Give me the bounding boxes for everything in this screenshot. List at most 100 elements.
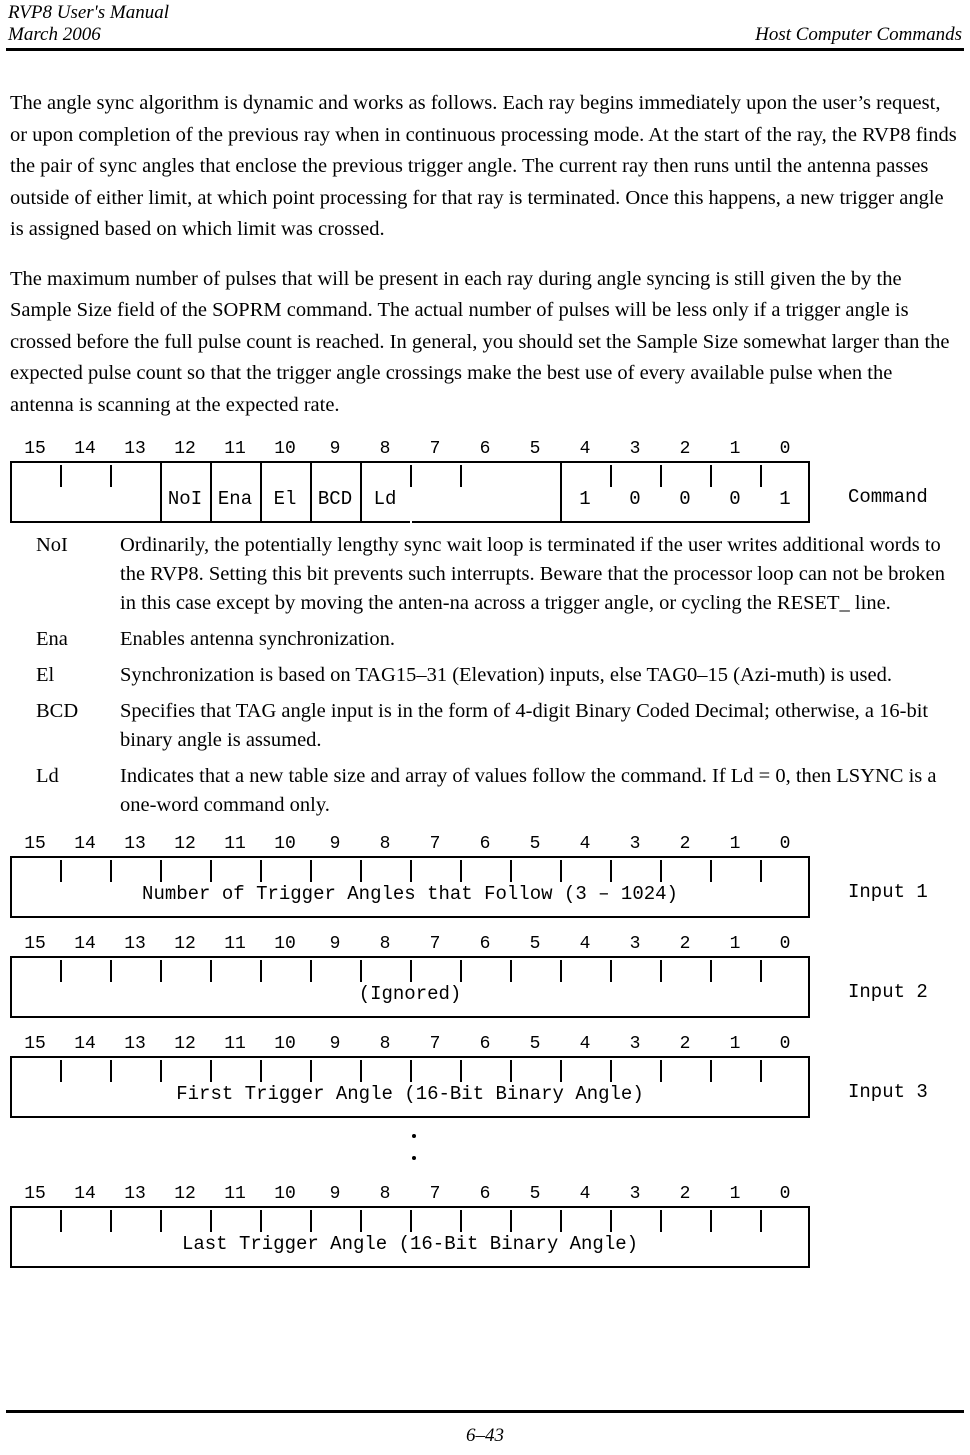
bit-number: 5: [529, 834, 541, 854]
bit-number: 1: [729, 439, 741, 459]
bitfield-diagram-input-2: 15 14 13 12 11 10 9 8 7 6 5 4 3 2 1 0 (I…: [10, 934, 960, 1020]
bit-number: 4: [579, 439, 591, 459]
bit-number: 13: [124, 439, 146, 459]
bit-tick: [110, 465, 112, 487]
ellipsis-dot: [412, 1156, 416, 1160]
bit-number: 13: [124, 934, 146, 954]
bit-tick: [460, 1210, 462, 1232]
bit-number: 9: [329, 1034, 341, 1054]
bit-number: 7: [429, 834, 441, 854]
bit-number: 2: [679, 1034, 691, 1054]
bit-tick: [460, 1060, 462, 1082]
paragraph-angle-sync: The angle sync algorithm is dynamic and …: [10, 92, 957, 240]
bitfield-bottom-rule: [10, 1266, 810, 1268]
definition-row-bcd: BCD Specifies that TAG angle input is in…: [10, 697, 960, 755]
bit-number: 11: [224, 439, 246, 459]
opcode-bit: 0: [729, 488, 741, 510]
bit-number: 7: [429, 934, 441, 954]
bit-number: 7: [429, 439, 441, 459]
bit-number-row-command: 15 14 13 12 11 10 9 8 7 6 5 4 3 2 1 0: [10, 439, 810, 461]
bitfield-diagram-input-1: 15 14 13 12 11 10 9 8 7 6 5 4 3 2 1 0 Nu…: [10, 834, 960, 920]
bit-number: 0: [779, 1184, 791, 1204]
bitfield-label-noi: NoI: [167, 488, 203, 510]
bit-number: 3: [629, 1184, 641, 1204]
bitfield-bottom-rule: [10, 1116, 810, 1118]
bit-number: 14: [74, 934, 96, 954]
bitfield-bottom-rule: [362, 521, 410, 523]
definition-text: Specifies that TAG angle input is in the…: [120, 700, 929, 751]
bit-tick: [210, 1060, 212, 1082]
header-manual-title: RVP8 User's Manual: [8, 2, 169, 23]
bit-number: 10: [274, 834, 296, 854]
bit-tick: [610, 1210, 612, 1232]
bit-number: 12: [174, 1184, 196, 1204]
bit-number: 1: [729, 1184, 741, 1204]
bitfield-field-text: First Trigger Angle (16-Bit Binary Angle…: [176, 1083, 644, 1105]
bit-number: 9: [329, 834, 341, 854]
page-header: RVP8 User's Manual March 2006 Host Compu…: [8, 2, 962, 46]
bitfield-diagram-last-trigger-angle: 15 14 13 12 11 10 9 8 7 6 5 4 3 2 1 0 La…: [10, 1184, 960, 1270]
bitfield-bottom-rule: [262, 521, 310, 523]
bit-number: 12: [174, 439, 196, 459]
paragraph-max-pulses: The maximum number of pulses that will b…: [10, 267, 950, 416]
bit-tick: [160, 860, 162, 882]
bit-number: 14: [74, 1184, 96, 1204]
bit-tick: [210, 960, 212, 982]
bitfield-input2-wrap: 15 14 13 12 11 10 9 8 7 6 5 4 3 2 1 0 (I…: [10, 934, 810, 1018]
bit-tick: [560, 960, 562, 982]
definition-text: Ordinarily, the potentially lengthy sync…: [120, 534, 946, 614]
bit-number: 14: [74, 1034, 96, 1054]
bit-number: 2: [679, 1184, 691, 1204]
bit-number: 4: [579, 934, 591, 954]
bit-tick: [410, 465, 412, 487]
bit-number: 7: [429, 1034, 441, 1054]
bit-tick: [460, 465, 462, 487]
bit-tick: [260, 960, 262, 982]
bitfield-label-el: El: [273, 488, 297, 510]
bit-number: 0: [779, 1034, 791, 1054]
document-page: RVP8 User's Manual March 2006 Host Compu…: [0, 0, 970, 1455]
footer-rule: [6, 1410, 964, 1413]
bit-number: 2: [679, 439, 691, 459]
definition-row-ena: Ena Enables antenna synchronization.: [10, 625, 960, 654]
bit-number: 11: [224, 1184, 246, 1204]
bit-number: 10: [274, 934, 296, 954]
bit-tick: [660, 1060, 662, 1082]
bit-tick: [560, 1060, 562, 1082]
bit-number: 2: [679, 934, 691, 954]
bit-tick: [560, 860, 562, 882]
bitfield-bottom-rule: [10, 1016, 810, 1018]
bitfield-bottom-rule: [312, 521, 360, 523]
bitfield-input2-box: (Ignored): [10, 956, 810, 1018]
bit-tick: [760, 960, 762, 982]
bit-number: 5: [529, 1034, 541, 1054]
bitfield-input3-box: First Trigger Angle (16-Bit Binary Angle…: [10, 1056, 810, 1118]
bit-tick: [360, 1060, 362, 1082]
bit-tick: [210, 860, 212, 882]
bit-number: 15: [24, 1184, 46, 1204]
bit-tick: [360, 960, 362, 982]
definition-row-ld: Ld Indicates that a new table size and a…: [10, 762, 960, 820]
bit-tick: [760, 860, 762, 882]
bit-number: 15: [24, 834, 46, 854]
bit-number: 15: [24, 934, 46, 954]
bit-tick: [110, 1210, 112, 1232]
bit-number: 13: [124, 1184, 146, 1204]
bit-number: 10: [274, 439, 296, 459]
definition-term: Ena: [36, 628, 68, 650]
bitfield-input3-wrap: 15 14 13 12 11 10 9 8 7 6 5 4 3 2 1 0 Fi…: [10, 1034, 810, 1118]
bit-number-row-input1: 15 14 13 12 11 10 9 8 7 6 5 4 3 2 1 0: [10, 834, 810, 856]
bit-tick: [360, 860, 362, 882]
bit-tick: [510, 1210, 512, 1232]
bitfield-last-wrap: 15 14 13 12 11 10 9 8 7 6 5 4 3 2 1 0 La…: [10, 1184, 810, 1268]
bit-tick: [510, 1060, 512, 1082]
bit-number: 9: [329, 439, 341, 459]
opcode-bit: 0: [679, 488, 691, 510]
bit-number: 6: [479, 1034, 491, 1054]
bit-number: 1: [729, 834, 741, 854]
bit-tick: [610, 960, 612, 982]
bit-number: 8: [379, 1184, 391, 1204]
bitfield-label-ld: Ld: [373, 488, 397, 510]
bitfield-side-label-input-2: Input 2: [848, 981, 928, 1003]
bit-number: 5: [529, 439, 541, 459]
